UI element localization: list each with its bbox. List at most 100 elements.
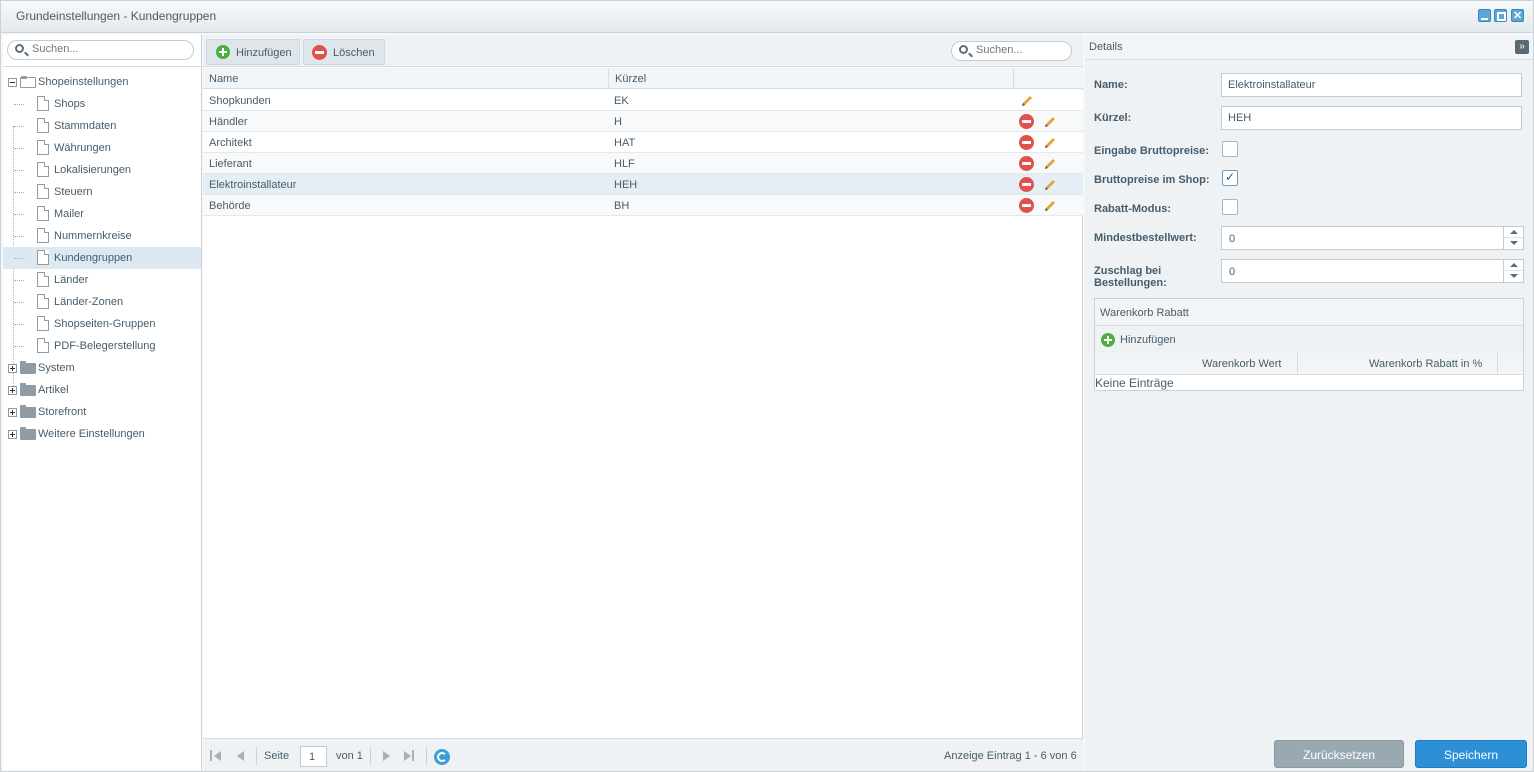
edit-icon[interactable]	[1042, 114, 1058, 130]
previous-page-icon[interactable]	[235, 750, 247, 762]
add-button[interactable]: Hinzufügen	[206, 39, 300, 65]
collapse-icon[interactable]	[8, 78, 17, 87]
increment-icon[interactable]	[1503, 260, 1523, 271]
expand-icon[interactable]	[8, 386, 17, 395]
column-separator	[1297, 353, 1298, 375]
tree-item-artikel[interactable]: Artikel	[3, 379, 201, 401]
tree-item-label: Stammdaten	[54, 120, 117, 132]
basket-discount-header: Warenkorb Rabatt	[1095, 299, 1523, 326]
close-icon[interactable]	[1511, 9, 1524, 22]
next-page-icon[interactable]	[381, 750, 393, 762]
page-number-input[interactable]	[300, 746, 327, 767]
document-icon	[37, 228, 49, 243]
edit-icon[interactable]	[1042, 135, 1058, 151]
add-icon	[1101, 333, 1115, 347]
tree-connector	[14, 236, 24, 237]
delete-row-icon[interactable]	[1019, 114, 1034, 129]
tree-item-pdf-belegerstellung[interactable]: PDF-Belegerstellung	[3, 335, 201, 357]
cell-short: HEH	[614, 179, 638, 191]
decrement-icon[interactable]	[1503, 238, 1523, 249]
delete-row-icon[interactable]	[1019, 198, 1034, 213]
table-row[interactable]: Architekt HAT	[203, 132, 1083, 153]
tree-item-kundengruppen[interactable]: Kundengruppen	[3, 247, 201, 269]
table-row[interactable]: Shopkunden EK	[203, 90, 1083, 111]
tree-item-label: Länder-Zonen	[54, 296, 124, 308]
gross-input-checkbox[interactable]	[1222, 141, 1238, 157]
first-page-icon[interactable]	[210, 750, 222, 762]
column-header-basket-percent[interactable]: Warenkorb Rabatt in %	[1369, 358, 1482, 370]
customer-groups-grid: Hinzufügen Löschen Name Kürzel Shopkunde…	[203, 35, 1083, 771]
title-bar[interactable]: Grundeinstellungen - Kundengruppen	[1, 1, 1533, 33]
grid-search-field[interactable]	[951, 41, 1072, 61]
save-button[interactable]: Speichern	[1415, 740, 1527, 768]
table-row-selected[interactable]: Elektroinstallateur HEH	[203, 174, 1083, 195]
column-separator	[608, 68, 609, 89]
tree-item-weitere-einstellungen[interactable]: Weitere Einstellungen	[3, 423, 201, 445]
delete-row-icon[interactable]	[1019, 177, 1034, 192]
increment-icon[interactable]	[1503, 227, 1523, 238]
tree-connector	[14, 324, 24, 325]
tree-item-lokalisierungen[interactable]: Lokalisierungen	[3, 159, 201, 181]
min-order-stepper[interactable]: 0	[1221, 226, 1524, 250]
reset-button[interactable]: Zurücksetzen	[1274, 740, 1404, 768]
discount-mode-checkbox[interactable]	[1222, 199, 1238, 215]
maximize-icon[interactable]	[1494, 9, 1507, 22]
tree-search-input[interactable]	[32, 43, 152, 55]
surcharge-stepper[interactable]: 0	[1221, 259, 1524, 283]
basket-discount-add-button[interactable]: Hinzufügen	[1095, 326, 1523, 353]
column-header-name[interactable]: Name	[209, 73, 238, 85]
document-icon	[37, 294, 49, 309]
edit-icon[interactable]	[1042, 156, 1058, 172]
short-field[interactable]	[1221, 106, 1522, 130]
tree-item-shops[interactable]: Shops	[3, 93, 201, 115]
table-row[interactable]: Behörde BH	[203, 195, 1083, 216]
tree-item-nummernkreise[interactable]: Nummernkreise	[3, 225, 201, 247]
tree-item-system[interactable]: System	[3, 357, 201, 379]
page-label: Seite	[264, 750, 290, 762]
tree-item-label: Währungen	[54, 142, 111, 154]
expand-icon[interactable]	[8, 408, 17, 417]
tree-connector	[14, 126, 24, 127]
tree-item-steuern[interactable]: Steuern	[3, 181, 201, 203]
basket-discount-columns: Warenkorb Wert Warenkorb Rabatt in %	[1095, 353, 1523, 375]
cell-short: HLF	[614, 158, 635, 170]
tree-item-shopseiten-gruppen[interactable]: Shopseiten-Gruppen	[3, 313, 201, 335]
tree-item-shopeinstellungen[interactable]: Shopeinstellungen	[3, 71, 201, 93]
delete-row-icon[interactable]	[1019, 156, 1034, 171]
tree-item-waehrungen[interactable]: Währungen	[3, 137, 201, 159]
surcharge-label-line2: Bestellungen:	[1094, 277, 1167, 289]
column-header-short[interactable]: Kürzel	[615, 73, 646, 85]
tree-item-mailer[interactable]: Mailer	[3, 203, 201, 225]
decrement-icon[interactable]	[1503, 271, 1523, 282]
folder-open-icon	[20, 76, 36, 88]
edit-icon[interactable]	[1042, 198, 1058, 214]
tree-item-laender[interactable]: Länder	[3, 269, 201, 291]
edit-icon[interactable]	[1042, 177, 1058, 193]
details-title: Details	[1089, 41, 1123, 53]
collapse-panel-icon[interactable]: »	[1515, 40, 1529, 54]
tree-connector	[14, 148, 24, 149]
delete-button[interactable]: Löschen	[303, 39, 385, 65]
tree-search-field[interactable]	[7, 40, 194, 60]
gross-shop-checkbox[interactable]	[1222, 170, 1238, 186]
tree-item-label: Mailer	[54, 208, 84, 220]
cell-name: Architekt	[209, 137, 252, 149]
table-row[interactable]: Händler H	[203, 111, 1083, 132]
tree-item-stammdaten[interactable]: Stammdaten	[3, 115, 201, 137]
name-field[interactable]	[1221, 73, 1522, 97]
expand-icon[interactable]	[8, 364, 17, 373]
edit-icon[interactable]	[1019, 93, 1035, 109]
tree-item-laender-zonen[interactable]: Länder-Zonen	[3, 291, 201, 313]
table-row[interactable]: Lieferant HLF	[203, 153, 1083, 174]
delete-button-label: Löschen	[333, 47, 375, 59]
column-header-basket-value[interactable]: Warenkorb Wert	[1202, 358, 1281, 370]
refresh-icon[interactable]	[434, 749, 450, 765]
document-icon	[37, 118, 49, 133]
minimize-icon[interactable]	[1478, 9, 1491, 22]
expand-icon[interactable]	[8, 430, 17, 439]
column-separator	[1497, 353, 1498, 375]
delete-row-icon[interactable]	[1019, 135, 1034, 150]
tree-item-storefront[interactable]: Storefront	[3, 401, 201, 423]
grid-search-input[interactable]	[976, 44, 1064, 56]
last-page-icon[interactable]	[404, 750, 416, 762]
